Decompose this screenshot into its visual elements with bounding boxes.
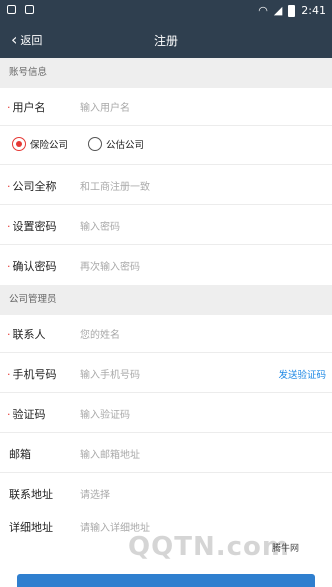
section-account: 账号信息 [0, 58, 332, 88]
submit-button[interactable] [17, 574, 315, 587]
contact-input[interactable]: 您的姓名 [80, 326, 120, 341]
radio-insurance-company[interactable]: 保险公司 [12, 137, 68, 151]
signal-icon: ◢ [273, 4, 283, 17]
confirm-password-label: 确认密码 [12, 260, 57, 273]
radio-assessment-company[interactable]: 公估公司 [88, 137, 144, 151]
phone-input[interactable]: 输入手机号码 [80, 366, 140, 381]
required-mark: · [7, 408, 11, 421]
password-row: · 设置密码 输入密码 [0, 205, 332, 245]
phone-label: 手机号码 [12, 368, 57, 381]
required-mark: · [7, 220, 11, 233]
username-input[interactable]: 输入用户名 [80, 99, 130, 114]
required-mark: · [7, 101, 11, 114]
username-label: 用户名 [12, 101, 46, 114]
app-icon [25, 5, 34, 14]
radio-selected-icon [12, 137, 26, 151]
code-label: 验证码 [12, 408, 46, 421]
clock: 2:41 [301, 4, 326, 17]
company-type-group: 保险公司 公估公司 [0, 125, 332, 165]
email-label: 邮箱 [9, 448, 31, 461]
send-code-button[interactable]: 发送验证码 [278, 367, 326, 381]
detail-address-label: 详细地址 [9, 521, 53, 534]
page-title: 注册 [153, 34, 178, 48]
watermark-badge: 腾牛网 [272, 541, 299, 554]
company-name-label: 公司全称 [12, 180, 57, 193]
contact-label: 联系人 [12, 328, 46, 341]
radio-unselected-icon [88, 137, 102, 151]
battery-icon [288, 4, 296, 17]
address-select[interactable]: 请选择 [80, 486, 110, 501]
radio-assessment-label: 公估公司 [106, 140, 145, 151]
wifi-icon: ◠ [258, 4, 268, 17]
radio-insurance-label: 保险公司 [30, 140, 69, 151]
confirm-password-row: · 确认密码 再次输入密码 [0, 245, 332, 285]
watermark-text: QQTN.com [128, 532, 290, 562]
code-input[interactable]: 输入验证码 [80, 406, 130, 421]
username-row: · 用户名 输入用户名 [0, 86, 332, 126]
watermark-logo: QQTN.com [128, 532, 290, 562]
required-mark: · [7, 368, 11, 381]
email-input[interactable]: 输入邮箱地址 [80, 446, 140, 461]
confirm-password-input[interactable]: 再次输入密码 [80, 258, 140, 273]
contact-row: · 联系人 您的姓名 [0, 313, 332, 353]
required-mark: · [7, 260, 11, 273]
company-name-row: · 公司全称 和工商注册一致 [0, 165, 332, 205]
title-bar: ‹ 返回 注册 [0, 22, 332, 58]
code-row: · 验证码 输入验证码 [0, 393, 332, 433]
password-label: 设置密码 [12, 220, 57, 233]
email-row: 邮箱 输入邮箱地址 [0, 433, 332, 473]
password-input[interactable]: 输入密码 [80, 218, 120, 233]
phone-row: · 手机号码 输入手机号码 发送验证码 [0, 353, 332, 393]
required-mark: · [7, 328, 11, 341]
address-label: 联系地址 [9, 488, 53, 501]
notification-icon [7, 5, 16, 14]
watermark-site: 腾牛网 [272, 544, 300, 554]
section-manager: 公司管理员 [0, 285, 332, 315]
company-name-input[interactable]: 和工商注册一致 [80, 178, 150, 193]
status-bar: ◠ ◢ 2:41 [0, 0, 332, 22]
required-mark: · [7, 180, 11, 193]
